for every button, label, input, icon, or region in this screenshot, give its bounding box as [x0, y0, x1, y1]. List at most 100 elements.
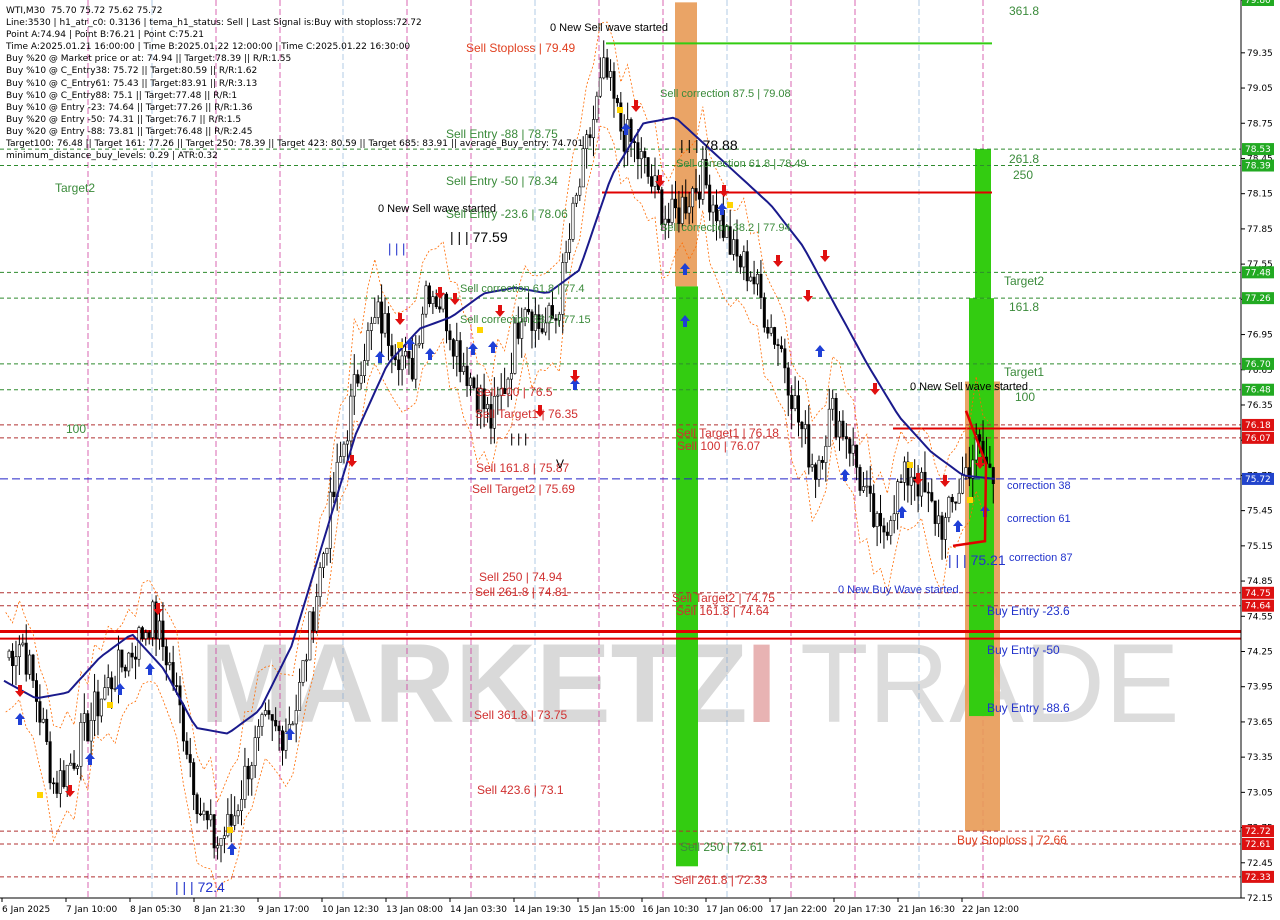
- x-tick-label: 6 Jan 2025: [2, 905, 50, 915]
- candle-body: [926, 491, 930, 494]
- price-tag: 72.61: [1242, 838, 1274, 851]
- candle-body: [38, 701, 42, 723]
- candle: [308, 611, 312, 661]
- candle-body: [930, 492, 934, 502]
- candle-body: [991, 467, 995, 484]
- price-tag: 76.18: [1242, 418, 1274, 431]
- y-tick-label: 73.35: [1247, 753, 1273, 763]
- label-correction-87: correction 87: [1009, 552, 1073, 564]
- price-tag-label: 74.75: [1245, 589, 1271, 599]
- info-line: Buy %20 @ Entry -88: 73.81 || Target:76.…: [6, 126, 253, 137]
- label-target1-right: Target1: [1004, 365, 1044, 379]
- candle-body: [759, 273, 763, 298]
- candle-body: [373, 317, 377, 324]
- candle-body: [123, 666, 127, 672]
- label-buy-entry-236: Buy Entry -23.6: [987, 604, 1070, 618]
- candle-body: [735, 239, 739, 257]
- candle-body: [417, 343, 421, 346]
- candle-body: [257, 726, 261, 738]
- label-sell-2618-left: Sell 261.8 | 74.81: [475, 585, 569, 599]
- candle-body: [322, 553, 326, 568]
- candle-body: [130, 652, 134, 658]
- label-sell-100-left: Sell 100 | 76.5: [476, 385, 553, 399]
- y-tick-label: 74.55: [1247, 612, 1273, 622]
- price-tag: 74.75: [1242, 586, 1274, 599]
- candle-body: [7, 650, 11, 659]
- candle-body: [168, 662, 172, 666]
- candle-body: [643, 151, 647, 158]
- candle-body: [229, 814, 233, 826]
- info-line: Time A:2025.01.21 16:00:00 | Time B:2025…: [6, 42, 411, 53]
- candle-body: [69, 762, 73, 766]
- candle-body: [451, 339, 455, 357]
- candle-body: [24, 642, 28, 675]
- y-tick-label: 72.45: [1247, 859, 1273, 869]
- candle-body: [134, 656, 138, 660]
- candle-body: [414, 344, 418, 380]
- price-tag-label: 72.61: [1245, 840, 1271, 850]
- yellow-marker: [227, 827, 233, 833]
- x-tick-label: 17 Jan 22:00: [770, 905, 827, 915]
- price-tag: 78.39: [1242, 159, 1274, 172]
- candle-body: [198, 813, 202, 816]
- watermark-text-b: I: [746, 621, 777, 746]
- candle-body: [240, 799, 243, 811]
- candle-body: [766, 327, 770, 334]
- candle-body: [209, 814, 213, 821]
- candle-body: [947, 496, 951, 518]
- y-tick-label: 74.25: [1247, 647, 1273, 657]
- label-v-mark: V: [556, 457, 564, 471]
- price-tag-label: 75.72: [1245, 475, 1271, 485]
- label-sell-entry-236: Sell Entry -23.6 | 78.06: [446, 207, 568, 221]
- price-tag-label: 76.18: [1245, 421, 1271, 431]
- candle-body: [861, 486, 865, 491]
- candle-body: [578, 186, 582, 196]
- candle-body: [838, 420, 842, 438]
- price-tag: 78.53: [1242, 143, 1274, 156]
- candle-body: [52, 782, 56, 785]
- price-tag: 79.80: [1242, 0, 1274, 6]
- price-tag-label: 77.48: [1245, 268, 1271, 278]
- candle-body: [291, 723, 295, 726]
- candle: [595, 91, 599, 123]
- candle-body: [694, 188, 698, 193]
- y-tick-label: 75.15: [1247, 542, 1273, 552]
- candle-body: [55, 782, 59, 794]
- candle-body: [964, 467, 968, 476]
- candle-body: [349, 395, 353, 442]
- candle-body: [834, 397, 838, 438]
- info-line: Buy %10 @ C_Entry88: 75.1 || Target:77.4…: [6, 90, 238, 101]
- candle-body: [639, 151, 643, 160]
- candle-body: [222, 835, 226, 839]
- label-new-buy: 0 New Buy Wave started: [838, 584, 959, 596]
- candle-body: [858, 467, 862, 491]
- candle-body: [404, 351, 408, 357]
- candle-body: [116, 649, 120, 689]
- info-line: WTI,M30 75.70 75.72 75.62 75.72: [6, 6, 163, 16]
- candle-body: [738, 255, 742, 268]
- candle-body: [957, 492, 961, 504]
- candle: [571, 197, 575, 242]
- label-sell-4236: Sell 423.6 | 73.1: [477, 783, 564, 797]
- candle-body: [65, 764, 69, 788]
- x-tick-label: 10 Jan 12:30: [322, 905, 379, 915]
- y-tick-label: 78.75: [1247, 119, 1273, 129]
- candle-body: [803, 424, 807, 430]
- candle-body: [281, 730, 285, 751]
- candle-body: [615, 98, 619, 104]
- candle-body: [164, 646, 168, 666]
- candle-body: [684, 196, 688, 214]
- y-tick-label: 72.15: [1247, 894, 1273, 904]
- price-tag-label: 72.33: [1245, 873, 1271, 883]
- candle-body: [441, 293, 445, 310]
- candle-body: [762, 297, 766, 328]
- candle-body: [513, 322, 517, 374]
- candle-body: [99, 698, 103, 717]
- candle-body: [978, 434, 982, 442]
- candle-body: [851, 444, 855, 454]
- candle-body: [175, 685, 179, 687]
- label-new-sell-right: 0 New Sell wave started: [910, 381, 1028, 393]
- label-sell-3618: Sell 361.8 | 73.75: [474, 708, 568, 722]
- candle-body: [820, 459, 824, 463]
- candle-body: [711, 204, 715, 213]
